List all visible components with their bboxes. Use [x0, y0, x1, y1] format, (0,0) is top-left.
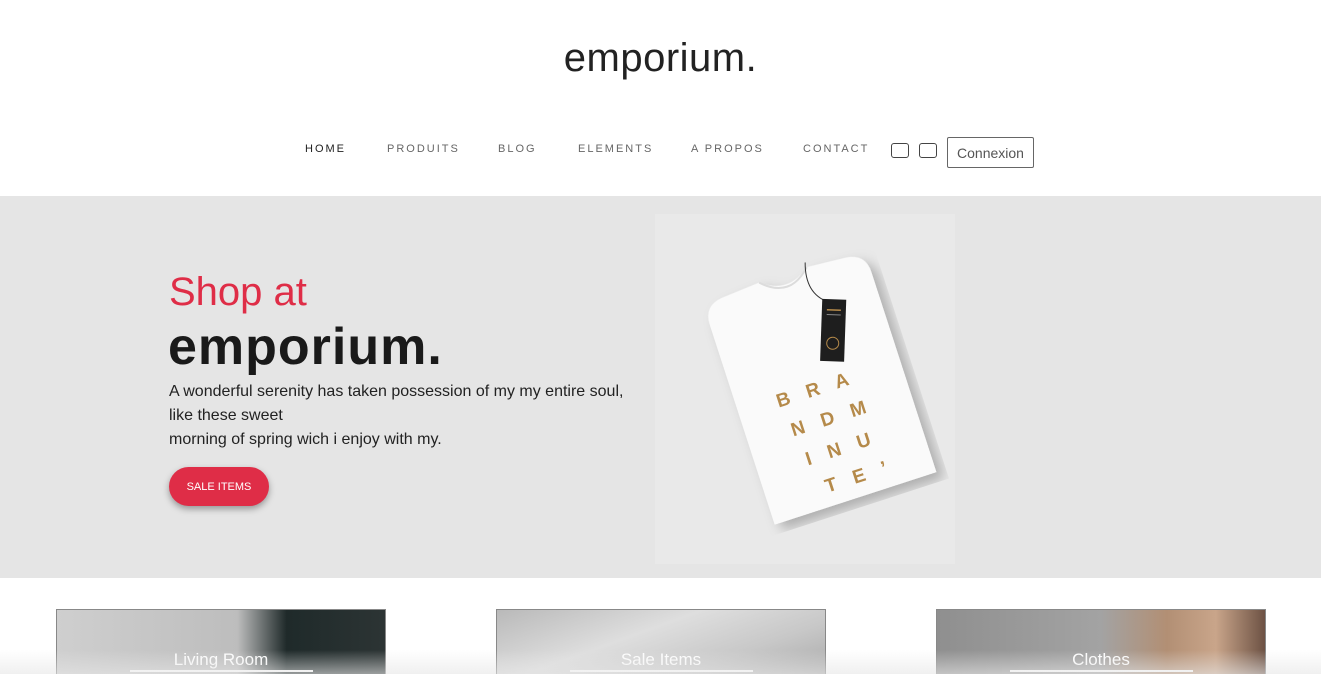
hero-description-line: A wonderful serenity has taken possessio… — [169, 383, 624, 400]
nav-a-propos[interactable]: A PROPOS — [691, 143, 764, 155]
tshirt-product-image: B R A N D M I N U T E ’ — [655, 214, 955, 564]
hero-title-line2: emporium. — [168, 318, 443, 376]
category-underline — [1010, 670, 1193, 672]
checkbox-icon[interactable] — [891, 143, 909, 158]
hero-description-line: morning of spring wich i enjoy with my. — [169, 431, 442, 448]
category-card-clothes[interactable]: Clothes — [936, 609, 1266, 674]
category-underline — [570, 670, 753, 672]
connexion-button[interactable]: Connexion — [947, 137, 1034, 168]
nav-elements[interactable]: ELEMENTS — [578, 143, 653, 155]
category-label: Living Room — [173, 650, 269, 669]
checkbox-icon[interactable] — [919, 143, 937, 158]
hero-title-line1: Shop at — [169, 270, 307, 314]
category-underline — [130, 670, 313, 672]
hero-banner: Shop at emporium. A wonderful serenity h… — [0, 196, 1321, 578]
main-nav: HOME PRODUITS BLOG ELEMENTS A PROPOS CON… — [0, 137, 1321, 169]
clothing-tag-icon — [820, 298, 847, 362]
nav-produits[interactable]: PRODUITS — [387, 143, 460, 155]
sale-items-button[interactable]: SALE ITEMS — [169, 467, 269, 506]
category-label: Sale Items — [620, 650, 702, 669]
hero-description: A wonderful serenity has taken possessio… — [169, 380, 649, 452]
category-label: Clothes — [1072, 650, 1130, 669]
hero-description-line: like these sweet — [169, 407, 283, 424]
nav-contact[interactable]: CONTACT — [803, 143, 869, 155]
site-logo[interactable]: emporium. — [0, 36, 1321, 81]
nav-home[interactable]: HOME — [305, 143, 346, 155]
category-card-sale-items[interactable]: Sale Items — [496, 609, 826, 674]
nav-blog[interactable]: BLOG — [498, 143, 537, 155]
tshirt-graphic: B R A N D M I N U T E ’ — [708, 256, 937, 525]
category-card-living-room[interactable]: Living Room — [56, 609, 386, 674]
